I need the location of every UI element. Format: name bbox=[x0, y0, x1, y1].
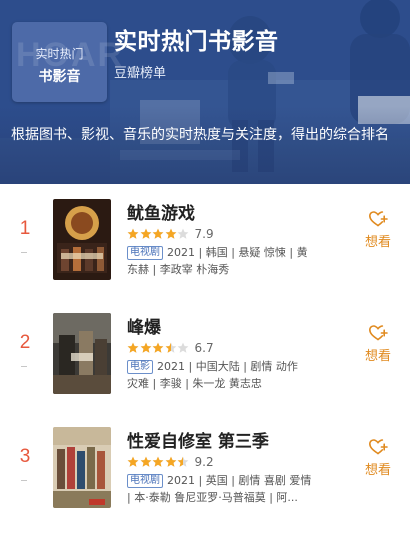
tile-label-bottom: 书影音 bbox=[38, 69, 81, 85]
item-meta: 电影 2021 | 中国大陆 | 剧情 动作 灾难 | 李骏 | 朱一龙 黄志忠 bbox=[127, 358, 330, 392]
star-full-icon bbox=[152, 456, 164, 468]
star-rating bbox=[127, 342, 190, 354]
heart-plus-icon bbox=[368, 211, 388, 227]
item-info: 2021 | 中国大陆 | 剧情 动作 bbox=[157, 360, 298, 373]
star-full-icon bbox=[165, 456, 177, 468]
item-info-cont: 灾难 | 李骏 | 朱一龙 黄志忠 bbox=[127, 377, 262, 390]
item-info: 2021 | 英国 | 剧情 喜剧 爱情 bbox=[167, 474, 312, 487]
want-to-watch-label: 想看 bbox=[364, 235, 391, 250]
rank-change-indicator bbox=[21, 480, 27, 481]
star-half-icon bbox=[177, 456, 189, 468]
rank-number: 1 bbox=[19, 218, 31, 239]
star-full-icon bbox=[140, 342, 152, 354]
star-full-icon bbox=[165, 228, 177, 240]
header-banner: HOAR 实时热门 书影音 实时热门书影音 豆瓣榜单 根据图书、影视、音乐的实时… bbox=[0, 0, 410, 184]
list-item[interactable]: 3 性爱自修室 第三季 9.2 电视剧 2021 | 英国 | 剧情 喜剧 爱情 … bbox=[0, 412, 410, 526]
rating: 7.9 bbox=[127, 227, 214, 241]
poster-image[interactable] bbox=[53, 199, 111, 280]
heart-plus-icon bbox=[368, 325, 388, 341]
star-empty-icon bbox=[177, 342, 189, 354]
item-info: 2021 | 韩国 | 悬疑 惊悚 | 黄 bbox=[167, 246, 308, 259]
want-to-watch-button[interactable]: 想看 bbox=[361, 438, 395, 478]
page-title: 实时热门书影音 bbox=[114, 29, 279, 55]
item-meta: 电视剧 2021 | 英国 | 剧情 喜剧 爱情 | 本·泰勒 鲁尼亚罗·马普福莫… bbox=[127, 472, 330, 506]
chart-description: 根据图书、影视、音乐的实时热度与关注度，得出的综合排名 bbox=[11, 127, 389, 143]
rank-number: 2 bbox=[19, 332, 31, 353]
rating-score: 9.2 bbox=[194, 455, 214, 469]
star-full-icon bbox=[127, 342, 139, 354]
category-tag: 电视剧 bbox=[127, 246, 163, 260]
want-to-watch-button[interactable]: 想看 bbox=[361, 324, 395, 364]
star-full-icon bbox=[140, 456, 152, 468]
poster-image[interactable] bbox=[53, 313, 111, 394]
poster-image[interactable] bbox=[53, 427, 111, 508]
page-subtitle[interactable]: 豆瓣榜单 bbox=[114, 62, 166, 81]
heart-plus-icon bbox=[368, 439, 388, 455]
item-info-cont: 东赫 | 李政宰 朴海秀 bbox=[127, 263, 230, 276]
item-title[interactable]: 鱿鱼游戏 bbox=[127, 199, 195, 224]
chart-logo-tile: HOAR 实时热门 书影音 bbox=[12, 22, 122, 102]
want-to-watch-label: 想看 bbox=[364, 463, 391, 478]
category-tag: 电视剧 bbox=[127, 474, 163, 488]
rank-change-indicator bbox=[21, 252, 27, 253]
star-rating bbox=[127, 456, 190, 468]
star-full-icon bbox=[127, 228, 139, 240]
item-info-cont: | 本·泰勒 鲁尼亚罗·马普福莫 | 阿... bbox=[127, 491, 298, 504]
star-full-icon bbox=[127, 456, 139, 468]
star-empty-icon bbox=[177, 228, 189, 240]
rating: 9.2 bbox=[127, 455, 214, 469]
rating-score: 7.9 bbox=[194, 227, 214, 241]
item-title[interactable]: 峰爆 bbox=[127, 313, 161, 338]
rating-score: 6.7 bbox=[194, 341, 214, 355]
tile-label-top: 实时热门 bbox=[35, 47, 84, 61]
star-full-icon bbox=[152, 342, 164, 354]
item-title[interactable]: 性爱自修室 第三季 bbox=[127, 427, 269, 452]
category-tag: 电影 bbox=[127, 360, 153, 374]
star-full-icon bbox=[152, 228, 164, 240]
rank-change-indicator bbox=[21, 366, 27, 367]
star-rating bbox=[127, 228, 190, 240]
rating: 6.7 bbox=[127, 341, 214, 355]
want-to-watch-label: 想看 bbox=[364, 349, 391, 364]
list-item[interactable]: 1 鱿鱼游戏 7.9 电视剧 2021 | 韩国 | 悬疑 惊悚 | 黄 东赫 |… bbox=[0, 184, 410, 298]
star-half-icon bbox=[165, 342, 177, 354]
want-to-watch-button[interactable]: 想看 bbox=[361, 210, 395, 250]
rank-number: 3 bbox=[19, 446, 31, 467]
star-full-icon bbox=[140, 228, 152, 240]
item-meta: 电视剧 2021 | 韩国 | 悬疑 惊悚 | 黄 东赫 | 李政宰 朴海秀 bbox=[127, 244, 330, 278]
list-item[interactable]: 2 峰爆 6.7 电影 2021 | 中国大陆 | 剧情 动作 灾难 | 李骏 |… bbox=[0, 298, 410, 412]
